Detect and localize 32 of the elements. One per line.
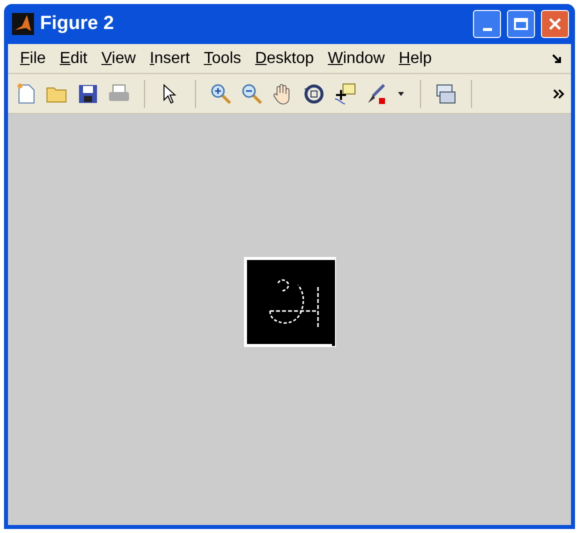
zoom-out-button[interactable] [240, 82, 264, 106]
folder-icon [46, 84, 68, 102]
rotate-button[interactable] [302, 82, 326, 106]
arrow-cursor-icon [163, 84, 177, 104]
printer-icon [108, 84, 130, 104]
menu-item[interactable]: Help [392, 46, 438, 70]
more-chevron-icon [553, 88, 565, 98]
dock-arrow-icon [551, 52, 563, 64]
linked-windows-icon [435, 82, 457, 104]
page-icon [16, 82, 36, 104]
close-icon [548, 17, 562, 31]
app-logo-icon [12, 13, 34, 35]
menu-item[interactable]: Tools [198, 46, 248, 70]
paintbrush-icon [365, 82, 387, 104]
data-tip-icon [334, 82, 356, 104]
rotate-3d-icon [303, 82, 325, 104]
zoom-in-icon [210, 82, 232, 104]
window-title: Figure 2 [40, 12, 115, 36]
menu-item[interactable]: File [14, 46, 52, 70]
data-cursor-button[interactable] [333, 82, 357, 106]
menu-item[interactable]: Desktop [249, 46, 320, 70]
close-button[interactable] [541, 10, 569, 38]
menu-item[interactable]: View [95, 46, 142, 70]
zoom-out-icon [241, 82, 263, 104]
link-plot-button[interactable] [434, 82, 458, 106]
zoom-in-button[interactable] [209, 82, 233, 106]
menu-item[interactable]: Edit [54, 46, 94, 70]
caret-icon [398, 92, 404, 96]
menu-item[interactable]: Insert [144, 46, 196, 70]
maximize-button[interactable] [507, 10, 535, 38]
menu-item[interactable]: Window [322, 46, 391, 70]
minimize-button[interactable] [473, 10, 501, 38]
